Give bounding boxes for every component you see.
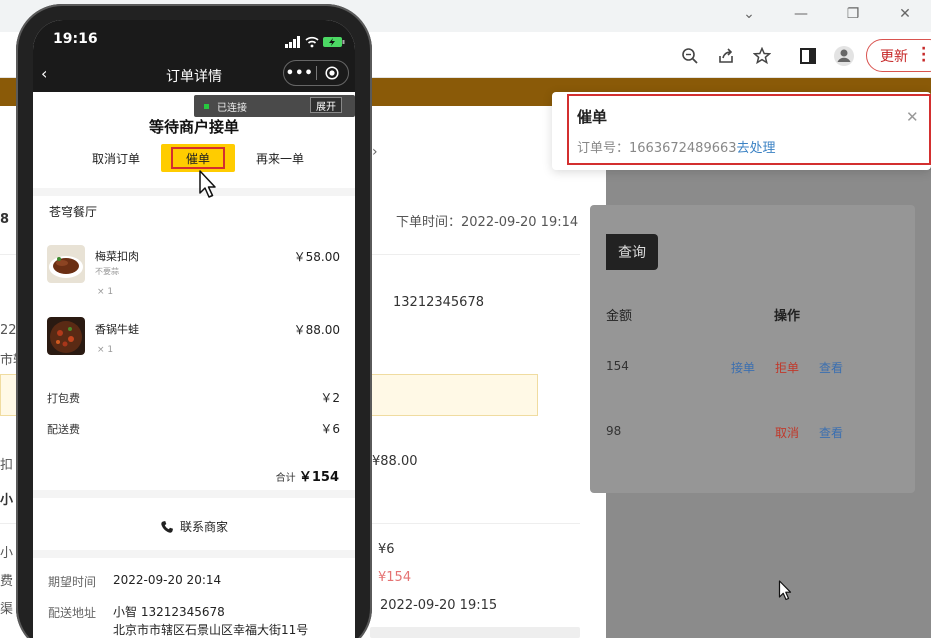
col-amount: 金额 xyxy=(606,309,633,324)
item-price: ¥88.00 xyxy=(372,454,418,469)
page-fragment: 小 xyxy=(0,546,14,561)
total-label: 合计 xyxy=(275,473,296,484)
order-number: 订单号：1663672489663 xyxy=(577,141,737,156)
mouse-cursor-icon xyxy=(778,580,794,606)
more-icon[interactable]: ••• xyxy=(284,66,316,81)
connected-dot-icon xyxy=(204,103,209,109)
mouse-cursor-icon xyxy=(198,170,220,204)
search-button[interactable]: 查询 xyxy=(606,234,658,270)
customer-phone: 13212345678 xyxy=(393,295,484,310)
packing-fee-value: ￥2 xyxy=(320,391,340,405)
expected-time-label: 期望时间 xyxy=(48,575,97,589)
col-actions: 操作 xyxy=(774,309,801,324)
reject-button[interactable]: 拒单 xyxy=(775,359,799,376)
toolbar-icons xyxy=(672,40,862,72)
status-time: 19:16 xyxy=(53,31,98,47)
close-icon[interactable]: ✕ xyxy=(879,0,931,28)
signal-icon xyxy=(285,33,345,52)
dish-price: ￥58.00 xyxy=(293,250,340,264)
phone-icon xyxy=(160,520,174,534)
zoom-icon[interactable] xyxy=(672,40,708,72)
handle-link[interactable]: 去处理 xyxy=(737,141,776,156)
notification-title: 催单 xyxy=(577,108,608,126)
dish-image xyxy=(47,317,85,355)
packing-fee-label: 打包费 xyxy=(47,392,80,405)
connected-label: 已连接 xyxy=(217,102,247,114)
contact-merchant-button[interactable]: 联系商家 xyxy=(33,518,355,535)
expand-button[interactable]: 展开 xyxy=(310,97,342,113)
more-icon[interactable]: · · · xyxy=(921,42,927,68)
notification-body: 订单号：1663672489663去处理 xyxy=(577,137,776,156)
dish-name: 香锅牛蛙 xyxy=(95,323,139,336)
cancel-order-button[interactable]: 取消订单 xyxy=(92,150,140,167)
page-fragment: 费 xyxy=(0,574,14,589)
delivery-fee: ¥6 xyxy=(378,542,395,557)
phone-screen: 19:16 ‹ 订单详情 ••• 已连接 展开 等待商户接单 取消订单 催单 再… xyxy=(33,20,355,638)
address-line: 北京市市辖区石景山区幸福大街11号 xyxy=(113,623,309,637)
horizontal-scrollbar[interactable] xyxy=(370,627,580,638)
order-time: 下单时间：2022-09-20 19:14 xyxy=(396,215,579,230)
sidebar-icon[interactable] xyxy=(790,40,826,72)
reorder-button[interactable]: 再来一单 xyxy=(256,150,304,167)
page-fragment: 渠 xyxy=(0,602,14,617)
row-amount: 98 xyxy=(606,424,622,438)
dish-price: ￥88.00 xyxy=(293,323,340,337)
address-contact: 小智 13212345678 xyxy=(113,605,225,619)
page-fragment: 8 xyxy=(0,212,10,227)
chevron-down-icon[interactable]: ⌄ xyxy=(723,0,775,28)
dish-qty: × 1 xyxy=(97,345,114,355)
star-icon[interactable] xyxy=(744,40,780,72)
address-label: 配送地址 xyxy=(48,606,97,620)
profile-icon[interactable] xyxy=(826,40,862,72)
window-controls: ⌄ — ❐ ✕ xyxy=(723,0,931,28)
restaurant-name: 苍穹餐厅 xyxy=(49,205,98,219)
accept-button[interactable]: 接单 xyxy=(731,359,755,376)
urge-button[interactable]: 催单 xyxy=(171,147,225,169)
update-button[interactable]: 更新 · · · xyxy=(866,39,931,72)
close-icon[interactable]: ✕ xyxy=(906,108,919,126)
order-status-title: 等待商户接单 xyxy=(148,118,239,136)
dish-image xyxy=(47,245,85,283)
close-capsule-icon[interactable] xyxy=(316,66,348,80)
total-value: ￥154 xyxy=(298,470,339,485)
cancel-button[interactable]: 取消 xyxy=(775,424,799,441)
row-amount: 154 xyxy=(606,359,629,373)
minimize-icon[interactable]: — xyxy=(775,0,827,28)
contact-label: 联系商家 xyxy=(179,520,228,534)
restore-icon[interactable]: ❐ xyxy=(827,0,879,28)
section-divider xyxy=(33,188,355,196)
view-button[interactable]: 查看 xyxy=(819,424,843,441)
update-label: 更新 xyxy=(880,48,908,65)
dish-note: 不要蒜 xyxy=(95,267,119,276)
section-divider xyxy=(33,490,355,498)
dish-name: 梅菜扣肉 xyxy=(95,250,139,263)
mini-program-capsule: ••• xyxy=(283,60,349,86)
accept-time: 2022-09-20 19:15 xyxy=(380,598,498,613)
section-divider xyxy=(33,550,355,558)
delivery-fee-value: ￥6 xyxy=(320,422,340,436)
chevron-right-icon[interactable]: › xyxy=(372,144,378,160)
page-fragment: 小 xyxy=(0,493,14,508)
page-fragment: 扣 xyxy=(0,458,14,473)
share-icon[interactable] xyxy=(708,40,744,72)
order-total: 合计 ￥154 xyxy=(253,466,339,485)
expected-time-value: 2022-09-20 20:14 xyxy=(113,573,222,587)
view-button[interactable]: 查看 xyxy=(819,359,843,376)
delivery-fee-label: 配送费 xyxy=(47,423,80,436)
order-total: ¥154 xyxy=(378,570,412,585)
dish-qty: × 1 xyxy=(97,287,114,297)
